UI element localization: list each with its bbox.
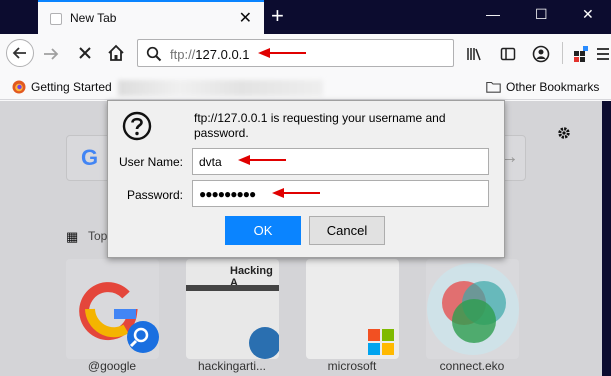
stop-icon[interactable] <box>77 45 93 61</box>
blurred-bookmarks <box>118 80 323 96</box>
top-site-tile-google[interactable] <box>66 259 159 359</box>
password-field[interactable]: ●●●●●●●●● <box>192 180 489 207</box>
tab-new-tab[interactable]: New Tab ✕ <box>38 0 264 34</box>
home-icon[interactable] <box>107 44 125 62</box>
page-icon <box>50 13 62 25</box>
microsoft-logo-icon <box>368 329 394 355</box>
toolbar-separator <box>562 42 563 64</box>
site-navbar-strip <box>186 285 279 291</box>
top-sites-heading: Top <box>88 229 108 243</box>
cancel-button[interactable]: Cancel <box>309 216 385 245</box>
search-icon <box>146 46 162 62</box>
password-label: Password: <box>126 188 183 202</box>
navigation-toolbar: ftp://127.0.0.1 <box>0 34 611 74</box>
tile-label: hackingarti... <box>197 359 267 373</box>
forward-icon[interactable] <box>42 46 60 62</box>
url-text: ftp://127.0.0.1 <box>170 47 250 62</box>
scrollbar[interactable] <box>602 101 611 376</box>
sidebar-icon[interactable] <box>500 46 516 62</box>
auth-dialog: ftp://127.0.0.1 is requesting your usern… <box>107 100 505 258</box>
close-icon[interactable]: ✕ <box>239 8 252 28</box>
tab-bar: New Tab ✕ + — ☐ ✕ <box>0 0 611 34</box>
annotation-arrow <box>258 48 306 58</box>
minimize-icon[interactable]: — <box>486 6 500 22</box>
top-site-tile-hackingarticles[interactable]: Hacking A <box>186 259 279 359</box>
library-icon[interactable] <box>466 46 482 62</box>
ok-button[interactable]: OK <box>225 216 301 245</box>
back-arrow-icon <box>12 47 26 59</box>
new-tab-button[interactable]: + <box>271 3 284 29</box>
window-close-icon[interactable]: ✕ <box>582 6 594 23</box>
bookmarks-toolbar: Getting Started Other Bookmarks <box>0 74 611 100</box>
tile-label: microsoft <box>327 359 377 373</box>
top-site-tile-microsoft[interactable] <box>306 259 399 359</box>
connect-eko-icon <box>427 263 519 355</box>
tab-title: New Tab <box>70 11 117 25</box>
annotation-arrow <box>238 155 286 165</box>
dialog-message: ftp://127.0.0.1 is requesting your usern… <box>194 111 446 140</box>
extensions-icon[interactable] <box>572 45 590 63</box>
annotation-arrow <box>272 188 320 198</box>
back-button[interactable] <box>6 39 34 67</box>
google-icon <box>79 282 159 353</box>
top-sites-icon: ▦ <box>66 229 79 244</box>
top-site-tile-connect-eko[interactable] <box>426 259 519 359</box>
username-field[interactable]: dvta <box>192 148 489 175</box>
username-label: User Name: <box>118 155 183 169</box>
google-icon: G <box>81 145 99 170</box>
bookmark-other-bookmarks[interactable]: Other Bookmarks <box>506 80 599 94</box>
settings-gear-icon[interactable] <box>556 125 572 141</box>
account-icon[interactable] <box>532 45 550 63</box>
maximize-icon[interactable]: ☐ <box>535 6 548 23</box>
folder-icon <box>486 81 501 93</box>
tile-label: @google <box>87 359 137 373</box>
menu-icon[interactable] <box>596 45 610 63</box>
firefox-icon <box>12 80 26 94</box>
wordpress-icon <box>249 327 279 359</box>
tile-label: connect.eko <box>439 359 505 373</box>
question-icon <box>122 111 152 141</box>
bookmark-getting-started[interactable]: Getting Started <box>31 80 112 94</box>
